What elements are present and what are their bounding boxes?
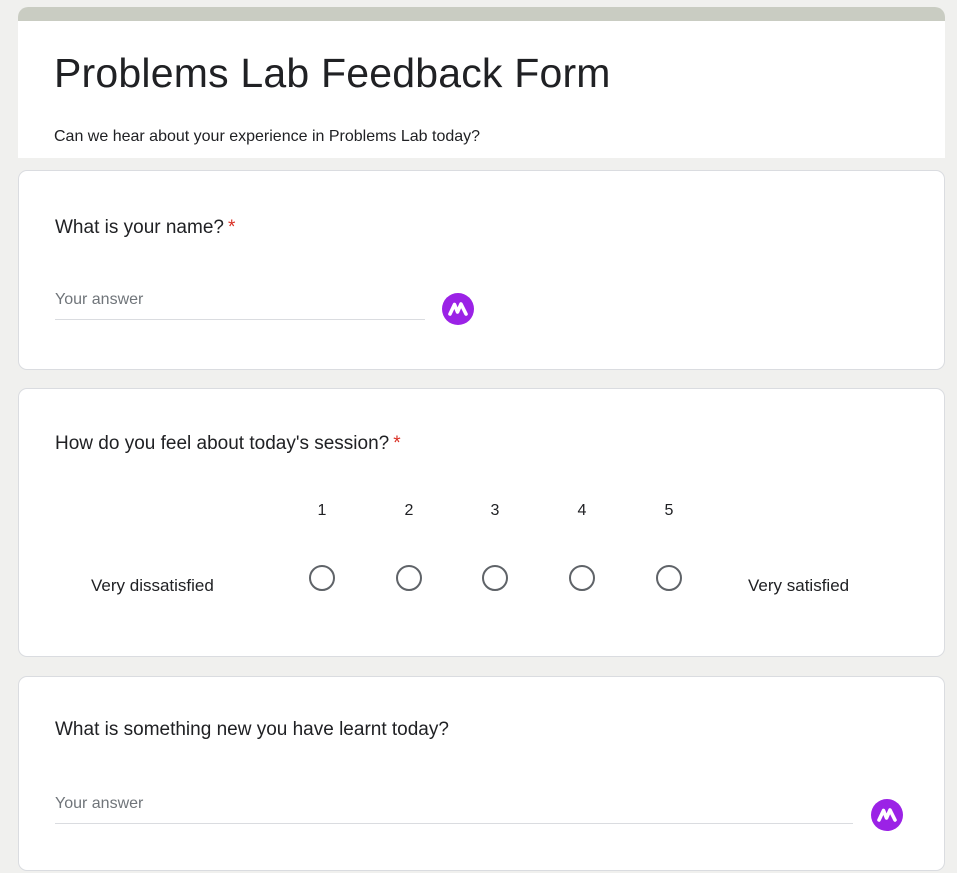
scale-low-label: Very dissatisfied	[91, 576, 214, 595]
learnt-answer-input[interactable]	[55, 795, 853, 824]
scale-radio-5[interactable]	[656, 565, 682, 591]
required-asterisk: *	[393, 433, 401, 454]
question-title: How do you feel about today's session? *	[55, 433, 401, 455]
name-answer-input[interactable]	[55, 291, 425, 320]
scale-number-4: 4	[577, 502, 587, 519]
m-logo-icon[interactable]	[442, 293, 474, 325]
question-text: What is something new you have learnt to…	[55, 719, 449, 740]
scale-number-2: 2	[404, 502, 414, 519]
question-title: What is your name? *	[55, 217, 235, 239]
question-text: What is your name?	[55, 217, 224, 238]
required-asterisk: *	[227, 217, 236, 238]
question-card-learnt: What is something new you have learnt to…	[18, 676, 945, 871]
question-card-session-rating: How do you feel about today's session? * …	[18, 388, 945, 657]
scale-number-3: 3	[490, 502, 500, 519]
scale-number-1: 1	[317, 502, 327, 519]
question-text: How do you feel about today's session?	[55, 433, 390, 454]
scale-radio-2[interactable]	[396, 565, 422, 591]
scale-radio-3[interactable]	[482, 565, 508, 591]
form-header-card: Problems Lab Feedback Form Can we hear a…	[18, 7, 945, 158]
m-logo-icon[interactable]	[871, 799, 903, 831]
scale-number-5: 5	[664, 502, 674, 519]
question-title: What is something new you have learnt to…	[55, 719, 449, 741]
scale-high-label: Very satisfied	[748, 576, 850, 595]
form-page: Problems Lab Feedback Form Can we hear a…	[0, 0, 957, 873]
scale-radio-4[interactable]	[569, 565, 595, 591]
form-title: Problems Lab Feedback Form	[54, 50, 611, 96]
scale-radio-1[interactable]	[309, 565, 335, 591]
form-description: Can we hear about your experience in Pro…	[54, 128, 481, 145]
header-accent-bar	[18, 7, 945, 21]
question-card-name: What is your name? *	[18, 170, 945, 370]
